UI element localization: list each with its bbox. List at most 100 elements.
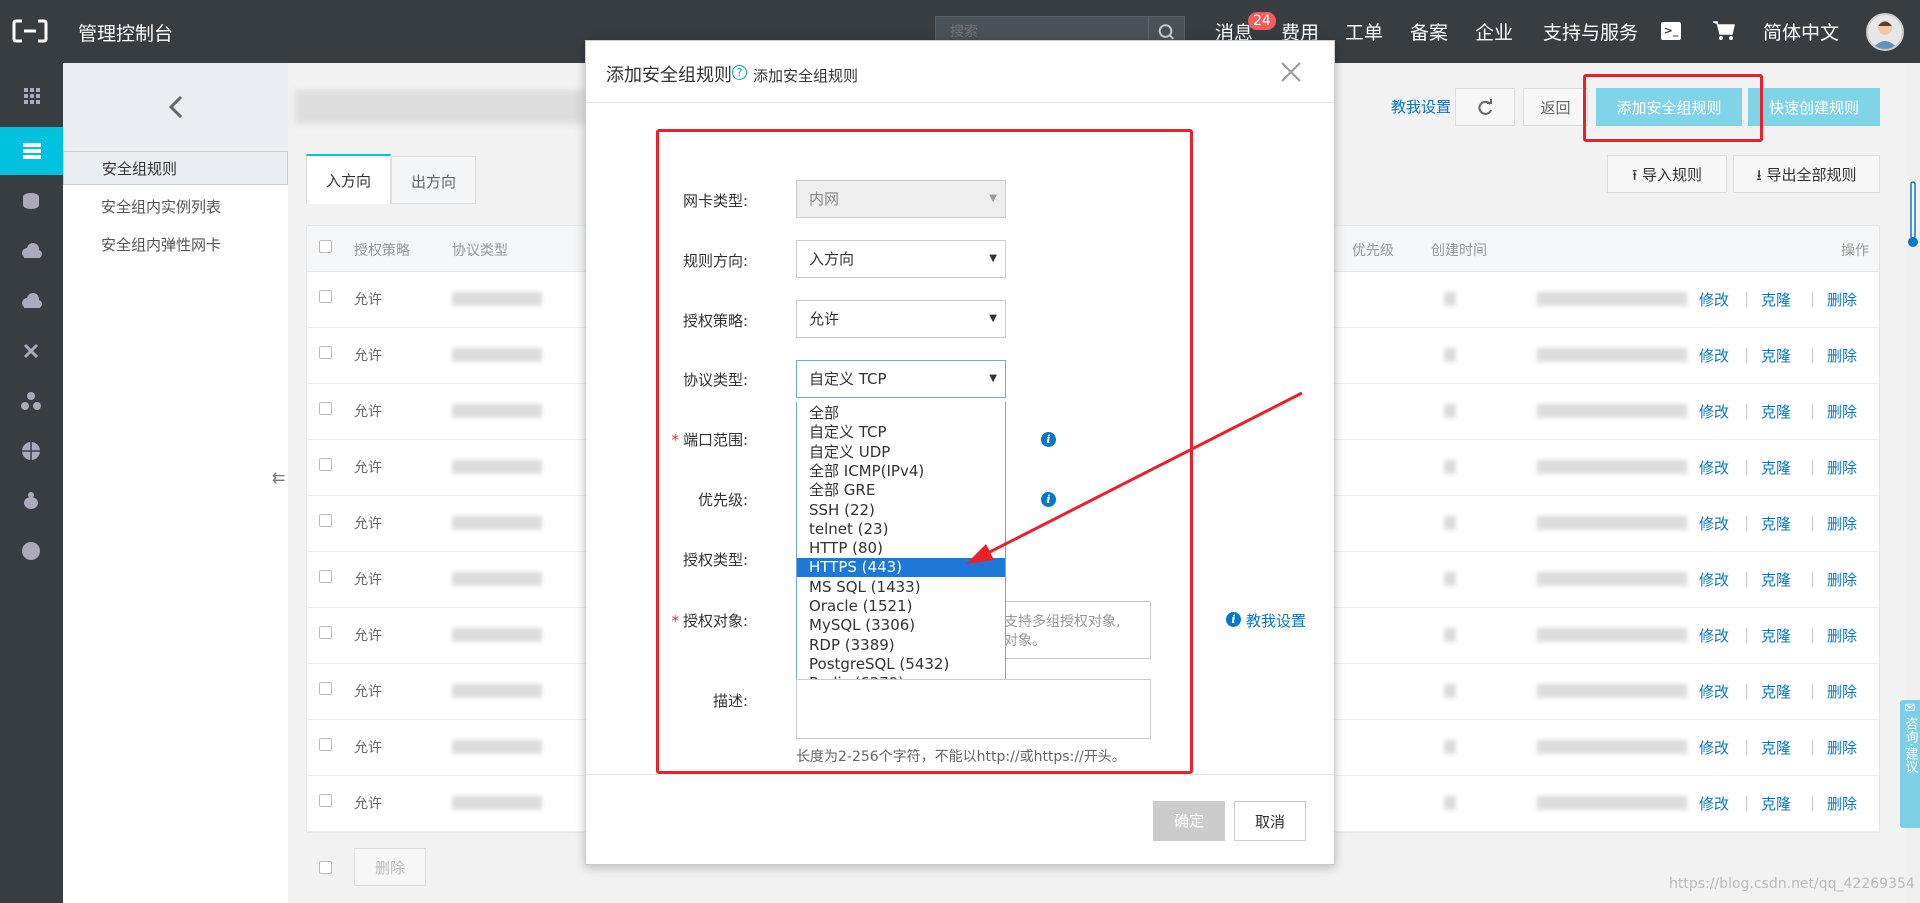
edit-link[interactable]: 修改 — [1699, 737, 1729, 758]
export-rules-button[interactable]: ⭳ 导出全部规则 — [1733, 155, 1880, 193]
clone-link[interactable]: 克隆 — [1761, 569, 1791, 590]
clone-link[interactable]: 克隆 — [1761, 793, 1791, 814]
edit-link[interactable]: 修改 — [1699, 289, 1729, 310]
row-checkbox[interactable] — [319, 626, 332, 639]
sidebar-item-instances[interactable]: 安全组内实例列表 — [101, 196, 221, 217]
edit-link[interactable]: 修改 — [1699, 681, 1729, 702]
clone-link[interactable]: 克隆 — [1761, 681, 1791, 702]
download-icon: ⭳ — [1756, 166, 1762, 184]
refresh-button[interactable] — [1455, 88, 1515, 126]
action-divider: | — [1810, 513, 1816, 531]
terminal-icon[interactable]: >_ — [1661, 22, 1681, 40]
action-divider: | — [1810, 681, 1816, 699]
action-divider: | — [1810, 737, 1816, 755]
tab-inbound[interactable]: 入方向 — [306, 154, 391, 204]
nav-tickets[interactable]: 工单 — [1345, 18, 1383, 45]
circle-icon[interactable] — [0, 527, 63, 575]
delete-link[interactable]: 删除 — [1827, 793, 1857, 814]
row-checkbox[interactable] — [319, 458, 332, 471]
select-all-checkbox[interactable] — [319, 240, 332, 253]
clone-link[interactable]: 克隆 — [1761, 345, 1791, 366]
row-checkbox[interactable] — [319, 402, 332, 415]
edit-link[interactable]: 修改 — [1699, 569, 1729, 590]
sidebar-back[interactable] — [63, 63, 288, 151]
clone-link[interactable]: 克隆 — [1761, 625, 1791, 646]
tab-outbound[interactable]: 出方向 — [391, 156, 476, 204]
row-policy: 允许 — [354, 684, 382, 700]
edit-link[interactable]: 修改 — [1699, 345, 1729, 366]
dialog-title: 添加安全组规则 — [606, 65, 732, 86]
edit-link[interactable]: 修改 — [1699, 401, 1729, 422]
teach-me-link[interactable]: 教我设置 — [1391, 96, 1451, 117]
row-protocol-blurred — [452, 628, 542, 642]
row-policy: 允许 — [354, 572, 382, 588]
bug-icon[interactable] — [0, 477, 63, 525]
globe-icon[interactable] — [0, 427, 63, 475]
delete-link[interactable]: 删除 — [1827, 681, 1857, 702]
delete-link[interactable]: 删除 — [1827, 289, 1857, 310]
cloud-upload-icon[interactable] — [0, 277, 63, 325]
ecs-server-icon[interactable] — [0, 127, 63, 175]
export-label: 导出全部规则 — [1766, 166, 1857, 184]
grid-icon[interactable] — [0, 71, 63, 119]
confirm-button[interactable]: 确定 — [1153, 801, 1225, 841]
clone-link[interactable]: 克隆 — [1761, 737, 1791, 758]
help-icon[interactable]: ? — [732, 65, 747, 80]
delete-link[interactable]: 删除 — [1827, 345, 1857, 366]
dialog-help-link[interactable]: 添加安全组规则 — [753, 65, 858, 86]
action-divider: | — [1744, 625, 1750, 643]
clone-link[interactable]: 克隆 — [1761, 513, 1791, 534]
row-checkbox[interactable] — [319, 682, 332, 695]
cart-icon[interactable] — [1712, 20, 1736, 42]
edit-link[interactable]: 修改 — [1699, 457, 1729, 478]
scroll-thumb-icon[interactable] — [1906, 180, 1920, 250]
collapse-sidebar-icon[interactable]: ⇇ — [272, 468, 288, 498]
database-icon[interactable] — [0, 177, 63, 225]
user-avatar[interactable] — [1866, 13, 1904, 51]
chevron-left-icon[interactable] — [63, 63, 288, 151]
delete-link[interactable]: 删除 — [1827, 625, 1857, 646]
quick-create-rule-button[interactable]: 快速创建规则 — [1748, 88, 1880, 126]
delete-link[interactable]: 删除 — [1827, 513, 1857, 534]
nav-support[interactable]: 支持与服务 — [1543, 18, 1638, 45]
close-icon[interactable] — [1276, 57, 1306, 87]
row-checkbox[interactable] — [319, 346, 332, 359]
dialog-header: 添加安全组规则 ? 添加安全组规则 — [586, 41, 1334, 103]
back-button[interactable]: 返回 — [1523, 88, 1588, 126]
row-checkbox[interactable] — [319, 514, 332, 527]
edit-link[interactable]: 修改 — [1699, 513, 1729, 534]
sidebar-item-eni[interactable]: 安全组内弹性网卡 — [101, 234, 221, 255]
row-policy: 允许 — [354, 516, 382, 532]
nav-language[interactable]: 简体中文 — [1763, 18, 1839, 45]
action-divider: | — [1810, 345, 1816, 363]
aliyun-logo-icon[interactable] — [12, 18, 48, 44]
row-checkbox[interactable] — [319, 290, 332, 303]
console-title[interactable]: 管理控制台 — [78, 19, 173, 46]
message-badge: 24 — [1248, 12, 1276, 30]
clone-link[interactable]: 克隆 — [1761, 401, 1791, 422]
cluster-icon[interactable] — [0, 377, 63, 425]
row-checkbox[interactable] — [319, 794, 332, 807]
feedback-tab[interactable]: ✉ 咨询·建议 — [1900, 700, 1920, 828]
edit-link[interactable]: 修改 — [1699, 625, 1729, 646]
clone-link[interactable]: 克隆 — [1761, 289, 1791, 310]
cloud-icon[interactable] — [0, 227, 63, 275]
footer-checkbox[interactable] — [319, 861, 332, 874]
nav-enterprise[interactable]: 企业 — [1475, 18, 1513, 45]
cancel-button[interactable]: 取消 — [1234, 801, 1306, 841]
header-policy: 授权策略 — [354, 243, 410, 259]
row-checkbox[interactable] — [319, 738, 332, 751]
row-checkbox[interactable] — [319, 570, 332, 583]
sidebar-item-security-rules[interactable]: 安全组规则 — [63, 151, 288, 185]
delete-link[interactable]: 删除 — [1827, 457, 1857, 478]
delete-link[interactable]: 删除 — [1827, 401, 1857, 422]
row-policy: 允许 — [354, 348, 382, 364]
delete-link[interactable]: 删除 — [1827, 569, 1857, 590]
import-rules-button[interactable]: ⭱ 导入规则 — [1607, 155, 1727, 193]
edit-link[interactable]: 修改 — [1699, 793, 1729, 814]
batch-delete-button[interactable]: 删除 — [354, 848, 426, 886]
delete-link[interactable]: 删除 — [1827, 737, 1857, 758]
nav-icp[interactable]: 备案 — [1410, 18, 1448, 45]
network-icon[interactable] — [0, 327, 63, 375]
clone-link[interactable]: 克隆 — [1761, 457, 1791, 478]
